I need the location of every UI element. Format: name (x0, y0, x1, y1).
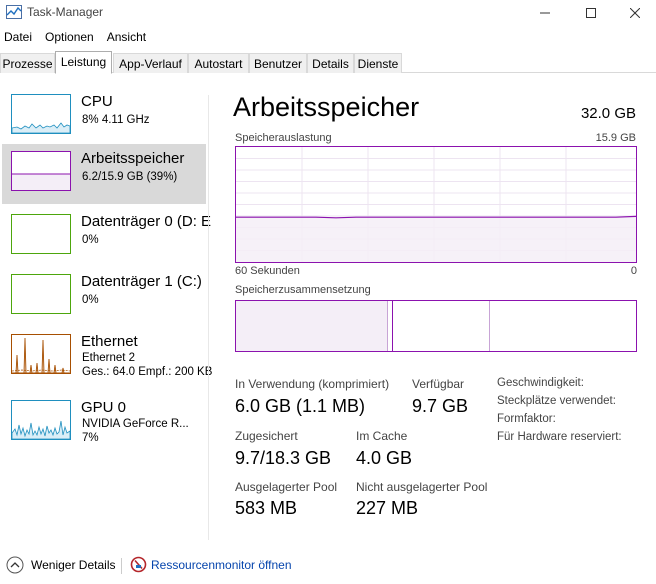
tab-leistung[interactable]: Leistung (55, 51, 112, 74)
usage-line (236, 215, 637, 219)
tab-bar: Prozesse Leistung App-Verlauf Autostart … (0, 51, 656, 74)
cached-label: Im Cache (356, 429, 408, 443)
in-use-value: 6.0 GB (1.1 MB) (235, 396, 366, 416)
page-title: Arbeitsspeicher (233, 92, 420, 122)
footer-divider (121, 558, 122, 574)
maximize-button[interactable] (568, 0, 614, 26)
memory-composition-bar (235, 300, 637, 352)
tab-prozesse[interactable]: Prozesse (0, 53, 55, 73)
sidebar-item-gpu[interactable]: GPU 0 NVIDIA GeForce R... 7% (2, 393, 206, 453)
footer-bar: Weniger Details Ressourcenmonitor öffnen (0, 548, 656, 584)
nonpaged-pool-label: Nicht ausgelagerter Pool (356, 480, 488, 494)
menu-bar: Datei Optionen Ansicht (0, 28, 155, 48)
close-button[interactable] (612, 0, 656, 26)
sidebar-item-throughput: Ges.: 64.0 Empf.: 200 KB (82, 366, 213, 378)
menu-ansicht[interactable]: Ansicht (103, 28, 151, 48)
sidebar-item-detail: 6.2/15.9 GB (39%) (82, 171, 178, 183)
memory-thumbnail (11, 151, 71, 191)
tab-dienste[interactable]: Dienste (354, 53, 402, 73)
maximize-icon (586, 8, 596, 18)
speed-label: Geschwindigkeit: (497, 377, 584, 389)
close-icon (630, 8, 640, 18)
disk-1-thumbnail (11, 274, 71, 314)
window-title: Task-Manager (27, 5, 104, 19)
tab-benutzer[interactable]: Benutzer (249, 53, 307, 73)
usage-graph-max: 15.9 GB (595, 132, 636, 144)
hardware-reserved-label: Für Hardware reserviert: (497, 431, 622, 443)
sidebar-item-detail: 0% (82, 234, 99, 246)
in-use-segment (236, 301, 388, 351)
memory-usage-graph (235, 146, 637, 263)
sidebar-divider (208, 95, 209, 540)
modified-segment (392, 301, 393, 351)
form-factor-label: Formfaktor: (497, 413, 556, 425)
sidebar-item-detail: Ethernet 2 (82, 352, 136, 364)
sidebar-item-detail: NVIDIA GeForce R... (82, 418, 189, 430)
total-memory: 32.0 GB (580, 105, 636, 122)
resource-monitor-link[interactable]: Ressourcenmonitor öffnen (151, 558, 292, 572)
sidebar-item-disk-1[interactable]: Datenträger 1 (C:) 0% (2, 267, 206, 327)
usage-area (236, 216, 636, 262)
cpu-thumbnail (11, 94, 71, 134)
cached-value: 4.0 GB (356, 448, 413, 468)
sidebar-item-detail: 8% 4.11 GHz (82, 114, 150, 126)
sidebar-item-cpu[interactable]: CPU 8% 4.11 GHz (2, 87, 206, 147)
standby-segment (489, 301, 490, 351)
committed-label: Zugesichert (235, 429, 298, 443)
sidebar-item-ethernet[interactable]: Ethernet Ethernet 2 Ges.: 64.0 Empf.: 20… (2, 327, 212, 387)
sidebar-item-label: Datenträger 1 (C:) (81, 273, 202, 290)
minimize-button[interactable] (522, 0, 568, 26)
time-axis-right: 0 (630, 265, 637, 277)
paged-pool-label: Ausgelagerter Pool (235, 480, 338, 494)
sidebar-item-detail: 0% (82, 294, 99, 306)
title-bar: Task-Manager (0, 0, 656, 26)
nonpaged-pool-value: 227 MB (356, 498, 419, 518)
menu-datei[interactable]: Datei (0, 28, 37, 48)
disk-0-thumbnail (11, 214, 71, 254)
memory-usage-plot (236, 147, 637, 262)
available-label: Verfügbar (412, 377, 465, 391)
chevron-up-icon[interactable] (6, 556, 24, 574)
sidebar-item-label: GPU 0 (81, 399, 127, 416)
sidebar-item-label: Arbeitsspeicher (81, 150, 185, 167)
task-manager-icon (6, 5, 22, 19)
in-use-label: In Verwendung (komprimiert) (235, 377, 390, 391)
resource-sidebar: CPU 8% 4.11 GHz Arbeitsspeicher 6.2/15.9… (0, 87, 212, 547)
sidebar-item-label: Datenträger 0 (D: E (81, 213, 212, 230)
available-value: 9.7 GB (412, 396, 469, 416)
resource-monitor-icon (130, 556, 147, 573)
sidebar-item-usage: 7% (82, 432, 99, 444)
slots-label: Steckplätze verwendet: (497, 395, 616, 407)
minimize-icon (540, 12, 550, 14)
ethernet-thumbnail (11, 334, 71, 374)
committed-value: 9.7/18.3 GB (235, 448, 332, 468)
paged-pool-value: 583 MB (235, 498, 298, 518)
usage-graph-label: Speicherauslastung (235, 132, 332, 144)
time-axis-left: 60 Sekunden (235, 265, 300, 277)
sidebar-item-disk-0[interactable]: Datenträger 0 (D: E 0% (2, 207, 211, 267)
tab-app-verlauf[interactable]: App-Verlauf (113, 53, 188, 73)
menu-optionen[interactable]: Optionen (41, 28, 99, 48)
gpu-thumbnail (11, 400, 71, 440)
tab-details[interactable]: Details (307, 53, 354, 73)
sidebar-item-memory[interactable]: Arbeitsspeicher 6.2/15.9 GB (39%) (2, 144, 206, 204)
tab-autostart[interactable]: Autostart (188, 53, 249, 73)
sidebar-item-label: CPU (81, 93, 113, 110)
fewer-details-button[interactable]: Weniger Details (31, 558, 115, 572)
sidebar-item-label: Ethernet (81, 333, 138, 350)
composition-label: Speicherzusammensetzung (235, 284, 371, 296)
